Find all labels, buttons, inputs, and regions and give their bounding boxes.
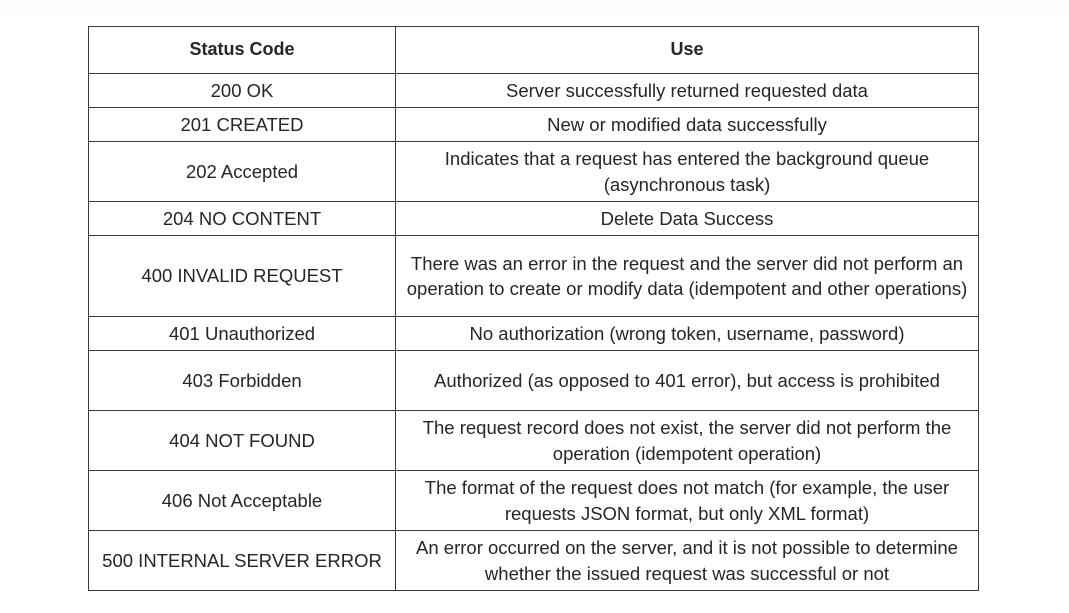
status-code-cell: 200 OK xyxy=(88,73,396,108)
status-code-cell: 500 INTERNAL SERVER ERROR xyxy=(88,530,396,591)
status-code-cell: 406 Not Acceptable xyxy=(88,470,396,531)
use-cell: Authorized (as opposed to 401 error), bu… xyxy=(395,350,979,411)
status-code-cell: 400 INVALID REQUEST xyxy=(88,235,396,317)
table-row: 403 Forbidden Authorized (as opposed to … xyxy=(88,350,979,411)
use-cell: There was an error in the request and th… xyxy=(395,235,979,317)
use-cell: An error occurred on the server, and it … xyxy=(395,530,979,591)
table-row: 404 NOT FOUND The request record does no… xyxy=(88,410,979,471)
status-code-table: Status Code Use 200 OK Server successful… xyxy=(88,26,979,591)
status-code-cell: 403 Forbidden xyxy=(88,350,396,411)
table-row: 406 Not Acceptable The format of the req… xyxy=(88,470,979,531)
table-row: 401 Unauthorized No authorization (wrong… xyxy=(88,316,979,351)
use-cell: The format of the request does not match… xyxy=(395,470,979,531)
status-code-cell: 401 Unauthorized xyxy=(88,316,396,351)
table-row: 200 OK Server successfully returned requ… xyxy=(88,73,979,108)
table-row: 400 INVALID REQUEST There was an error i… xyxy=(88,235,979,317)
status-code-cell: 201 CREATED xyxy=(88,107,396,142)
column-header-status-code: Status Code xyxy=(88,26,396,74)
table-row: 201 CREATED New or modified data success… xyxy=(88,107,979,142)
document-page: Status Code Use 200 OK Server successful… xyxy=(0,0,1069,613)
use-cell: Indicates that a request has entered the… xyxy=(395,141,979,202)
use-cell: The request record does not exist, the s… xyxy=(395,410,979,471)
use-cell: Delete Data Success xyxy=(395,201,979,236)
table-row: 204 NO CONTENT Delete Data Success xyxy=(88,201,979,236)
table-row: 202 Accepted Indicates that a request ha… xyxy=(88,141,979,202)
use-cell: No authorization (wrong token, username,… xyxy=(395,316,979,351)
status-code-cell: 202 Accepted xyxy=(88,141,396,202)
table-row: 500 INTERNAL SERVER ERROR An error occur… xyxy=(88,530,979,591)
use-cell: New or modified data successfully xyxy=(395,107,979,142)
table-header-row: Status Code Use xyxy=(88,26,979,74)
status-code-cell: 404 NOT FOUND xyxy=(88,410,396,471)
status-code-cell: 204 NO CONTENT xyxy=(88,201,396,236)
column-header-use: Use xyxy=(395,26,979,74)
use-cell: Server successfully returned requested d… xyxy=(395,73,979,108)
